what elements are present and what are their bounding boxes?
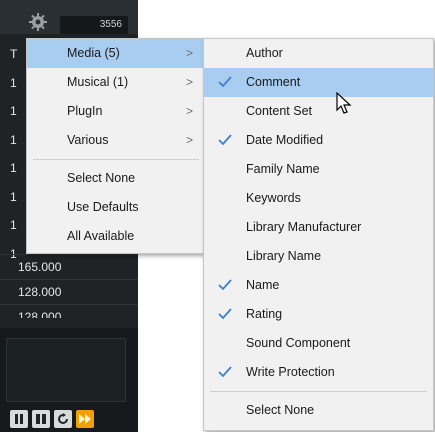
submenu-item-comment[interactable]: Comment	[204, 68, 433, 97]
app-toolbar: 3556	[0, 0, 138, 34]
menu-item-plugin[interactable]: PlugIn >	[27, 97, 205, 126]
record-button[interactable]	[32, 410, 50, 428]
submenu-item-sound-component[interactable]: Sound Component	[204, 329, 433, 358]
menu-item-all-available[interactable]: All Available	[27, 222, 205, 251]
submenu-item-label: Comment	[246, 75, 301, 89]
row-glyph: 1	[10, 218, 17, 232]
submenu-item-label: Library Manufacturer	[246, 220, 362, 234]
menu-item-media[interactable]: Media (5) >	[27, 39, 205, 68]
submenu-item-name[interactable]: Name	[204, 271, 433, 300]
check-icon	[218, 134, 232, 146]
submenu-item-author[interactable]: Author	[204, 39, 433, 68]
menu-item-label: Various	[67, 133, 109, 147]
row-glyph: 1	[10, 75, 17, 90]
check-icon	[218, 366, 232, 378]
menu-divider	[210, 391, 427, 392]
loop-button[interactable]	[54, 410, 72, 428]
submenu-item-library-manufacturer[interactable]: Library Manufacturer	[204, 213, 433, 242]
submenu-item-label: Rating	[246, 307, 283, 321]
menu-item-label: Musical (1)	[67, 75, 129, 89]
menu-item-musical[interactable]: Musical (1) >	[27, 68, 205, 97]
table-row[interactable]: 128.000	[0, 304, 138, 318]
fast-forward-button[interactable]	[76, 410, 94, 428]
pause-icon	[15, 414, 23, 424]
row-glyph: 1	[10, 104, 17, 118]
submenu-item-select-none[interactable]: Select None	[204, 396, 433, 425]
submenu-item-date-modified[interactable]: Date Modified	[204, 126, 433, 155]
submenu-item-family-name[interactable]: Family Name	[204, 155, 433, 184]
check-icon	[218, 308, 232, 320]
menu-item-select-none[interactable]: Select None	[27, 164, 205, 193]
pause-button[interactable]	[10, 410, 28, 428]
row-glyph: T	[10, 47, 18, 61]
loop-icon	[58, 413, 68, 424]
submenu-item-rating[interactable]: Rating	[204, 300, 433, 329]
check-icon	[218, 76, 232, 88]
attribute-category-menu: Media (5) > Musical (1) > PlugIn > Vario…	[26, 38, 206, 254]
submenu-item-label: Library Name	[246, 249, 322, 263]
menu-divider	[33, 159, 199, 160]
submenu-item-label: Keywords	[246, 191, 301, 205]
row-glyph: 1	[10, 189, 17, 204]
submenu-item-keywords[interactable]: Keywords	[204, 184, 433, 213]
submenu-item-content-set[interactable]: Content Set	[204, 97, 433, 126]
submenu-item-label: Date Modified	[246, 133, 324, 147]
fast-forward-icon	[79, 414, 91, 424]
submenu-item-label: Name	[246, 278, 280, 292]
media-attributes-submenu: Author Comment Content Set Date Modified…	[203, 38, 434, 431]
column-glyphs: T 1 1 1 1 1 1 1	[0, 40, 18, 320]
check-icon	[218, 279, 232, 291]
submenu-item-label: Author	[246, 46, 283, 60]
chevron-right-icon: >	[185, 75, 193, 89]
menu-item-use-defaults[interactable]: Use Defaults	[27, 193, 205, 222]
mouse-cursor-icon	[336, 92, 352, 114]
menu-item-label: Media (5)	[67, 46, 120, 60]
row-glyph: 1	[10, 132, 17, 147]
submenu-item-label: Sound Component	[246, 336, 351, 350]
chevron-right-icon: >	[185, 133, 193, 147]
record-icon	[36, 413, 46, 425]
table-row[interactable]: 128.000	[0, 279, 138, 303]
submenu-item-write-protection[interactable]: Write Protection	[204, 358, 433, 387]
row-glyph: 1	[10, 161, 17, 175]
submenu-item-label: Family Name	[246, 162, 320, 176]
chevron-right-icon: >	[185, 46, 193, 60]
menu-item-label: PlugIn	[67, 104, 103, 118]
submenu-item-label: Content Set	[246, 104, 313, 118]
result-count: 3556	[60, 16, 128, 34]
submenu-item-library-name[interactable]: Library Name	[204, 242, 433, 271]
preview-box	[6, 338, 126, 402]
chevron-right-icon: >	[185, 104, 193, 118]
table-row[interactable]: 165.000	[0, 254, 138, 278]
submenu-item-label: Write Protection	[246, 365, 335, 379]
menu-item-various[interactable]: Various >	[27, 126, 205, 155]
gear-icon[interactable]	[28, 12, 48, 32]
